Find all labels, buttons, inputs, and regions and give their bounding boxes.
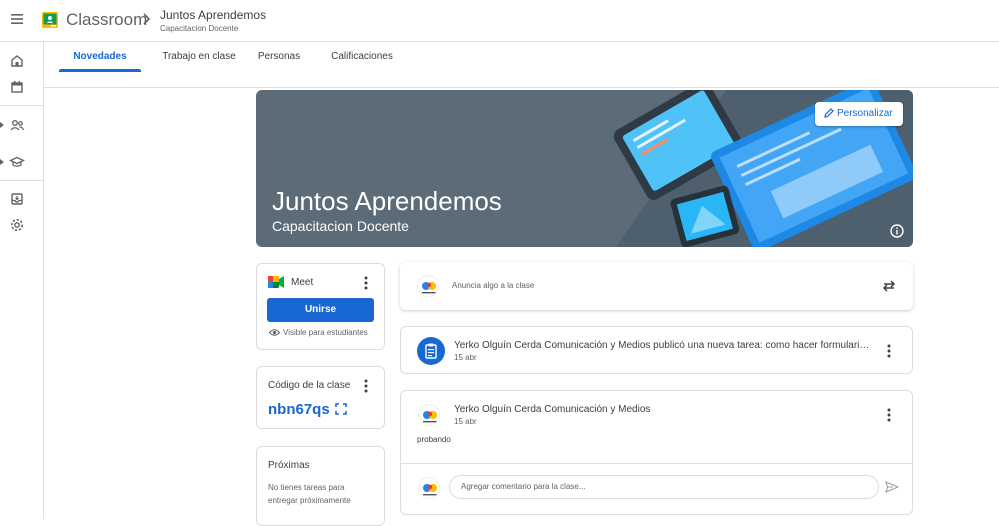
app-title[interactable]: Classroom	[66, 10, 147, 30]
expand-arrow-icon[interactable]	[0, 159, 4, 165]
school-logo-icon	[423, 484, 437, 496]
tab-calificaciones[interactable]: Calificaciones	[322, 42, 402, 88]
more-vert-icon[interactable]	[887, 408, 891, 422]
tab-personas[interactable]: Personas	[249, 42, 309, 88]
classroom-logo-icon[interactable]	[42, 12, 58, 28]
stream-assignment-post[interactable]: Yerko Olguín Cerda Comunicación y Medios…	[400, 326, 913, 374]
upcoming-card: Próximas No tienes tareas para entregar …	[256, 446, 385, 526]
post-date: 15 abr	[454, 417, 477, 426]
rail-divider	[0, 105, 44, 106]
graduation-cap-icon[interactable]	[9, 154, 25, 170]
active-tab-indicator	[59, 69, 141, 72]
settings-gear-icon[interactable]	[9, 217, 25, 233]
class-tabs: Novedades Trabajo en clase Personas Cali…	[44, 42, 999, 88]
eye-icon	[269, 329, 280, 336]
chevron-right-icon	[143, 13, 151, 25]
repost-icon[interactable]	[881, 278, 897, 294]
assignment-icon	[417, 337, 445, 365]
breadcrumb-class-title[interactable]: Juntos Aprendemos	[160, 8, 266, 22]
send-icon[interactable]	[885, 481, 899, 493]
upcoming-empty-text: No tienes tareas para entregar próximame…	[268, 483, 351, 505]
more-vert-icon[interactable]	[364, 379, 368, 393]
post-body: probando	[417, 435, 451, 444]
post-title[interactable]: Yerko Olguín Cerda Comunicación y Medios…	[454, 340, 871, 351]
fullscreen-icon[interactable]	[335, 403, 347, 415]
announce-box[interactable]: Anuncia algo a la clase	[400, 262, 913, 310]
customize-button[interactable]: Personalizar	[815, 102, 903, 126]
archive-icon[interactable]	[9, 191, 25, 207]
stream-announcement-post: Yerko Olguín Cerda Comunicación y Medios…	[400, 390, 913, 515]
more-vert-icon[interactable]	[887, 344, 891, 358]
post-author: Yerko Olguín Cerda Comunicación y Medios	[454, 404, 651, 415]
tab-novedades[interactable]: Novedades	[59, 42, 141, 88]
calendar-icon[interactable]	[9, 79, 25, 95]
banner-class-title: Juntos Aprendemos	[272, 186, 502, 216]
class-code-value[interactable]: nbn67qs	[268, 401, 330, 418]
meet-label: Meet	[291, 277, 314, 288]
meet-card: Meet Unirse Visible para estudiantes	[256, 263, 385, 350]
hamburger-menu-icon[interactable]	[6, 8, 28, 30]
customize-label: Personalizar	[837, 108, 893, 119]
more-vert-icon[interactable]	[364, 276, 368, 290]
expand-arrow-icon[interactable]	[0, 122, 4, 128]
rail-divider	[0, 180, 44, 181]
breadcrumb-class-subtitle: Capacitacion Docente	[160, 24, 239, 33]
class-banner: Juntos Aprendemos Capacitacion Docente P…	[256, 90, 913, 247]
school-logo-icon	[423, 411, 437, 423]
avatar	[418, 404, 440, 426]
google-meet-icon	[268, 276, 284, 288]
join-meet-button[interactable]: Unirse	[267, 298, 374, 322]
post-date: 15 abr	[454, 353, 477, 362]
home-icon[interactable]	[9, 53, 25, 69]
upcoming-label: Próximas	[268, 460, 310, 471]
meet-visibility: Visible para estudiantes	[269, 328, 368, 337]
tab-trabajo-en-clase[interactable]: Trabajo en clase	[149, 42, 249, 88]
pencil-icon	[824, 108, 834, 118]
class-code-card: Código de la clase nbn67qs	[256, 366, 385, 429]
avatar	[417, 275, 439, 297]
left-navigation-rail	[0, 42, 44, 519]
people-icon[interactable]	[9, 117, 25, 133]
comment-input[interactable]: Agregar comentario para la clase...	[449, 475, 879, 499]
info-icon[interactable]	[889, 223, 905, 239]
top-app-bar: Classroom Juntos Aprendemos Capacitacion…	[0, 0, 999, 42]
banner-class-subtitle: Capacitacion Docente	[272, 218, 409, 234]
post-divider	[401, 463, 912, 464]
class-code-label: Código de la clase	[268, 380, 351, 391]
visibility-text: Visible para estudiantes	[283, 328, 368, 337]
avatar	[418, 477, 440, 499]
announce-placeholder[interactable]: Anuncia algo a la clase	[452, 281, 534, 290]
school-logo-icon	[422, 282, 436, 294]
